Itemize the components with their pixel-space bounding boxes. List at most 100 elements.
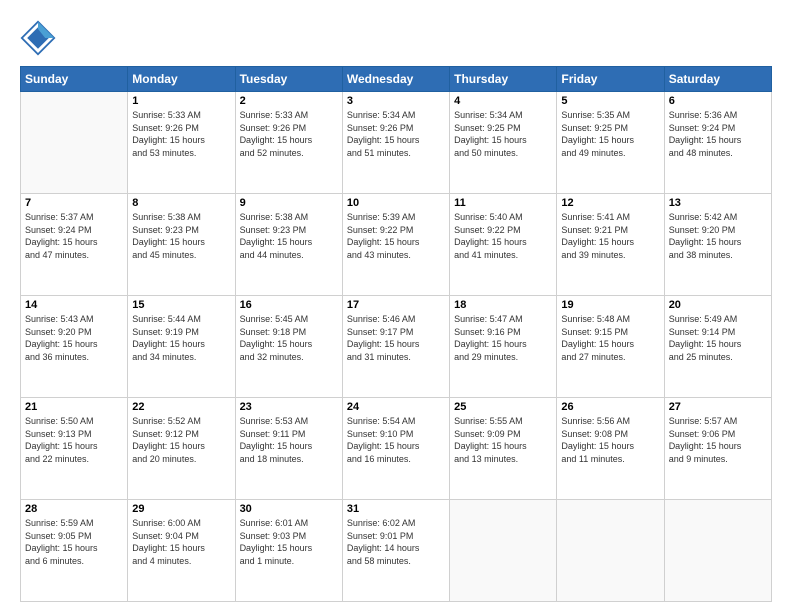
- calendar-cell: 16Sunrise: 5:45 AMSunset: 9:18 PMDayligh…: [235, 296, 342, 398]
- cell-info: Sunrise: 5:59 AMSunset: 9:05 PMDaylight:…: [25, 517, 123, 567]
- cell-info: Sunrise: 5:36 AMSunset: 9:24 PMDaylight:…: [669, 109, 767, 159]
- calendar-cell: 6 Sunrise: 5:36 AMSunset: 9:24 PMDaylight…: [664, 92, 771, 194]
- logo-icon: [20, 20, 56, 56]
- weekday-header: Sunday: [21, 67, 128, 92]
- day-number: 13: [669, 197, 767, 209]
- calendar-cell: 8 Sunrise: 5:38 AMSunset: 9:23 PMDaylight…: [128, 194, 235, 296]
- calendar-cell: 3 Sunrise: 5:34 AMSunset: 9:26 PMDaylight…: [342, 92, 449, 194]
- calendar-cell: [21, 92, 128, 194]
- day-number: 9: [240, 197, 338, 209]
- calendar-cell: [557, 500, 664, 602]
- cell-info: Sunrise: 5:33 AMSunset: 9:26 PMDaylight:…: [132, 109, 230, 159]
- calendar-cell: 14Sunrise: 5:43 AMSunset: 9:20 PMDayligh…: [21, 296, 128, 398]
- day-number: 4: [454, 95, 552, 107]
- day-number: 5: [561, 95, 659, 107]
- cell-info: Sunrise: 5:52 AMSunset: 9:12 PMDaylight:…: [132, 415, 230, 465]
- calendar-cell: 2 Sunrise: 5:33 AMSunset: 9:26 PMDaylight…: [235, 92, 342, 194]
- weekday-header: Monday: [128, 67, 235, 92]
- calendar-cell: 26 Sunrise: 5:56 AMSunset: 9:08 PMDayligh…: [557, 398, 664, 500]
- calendar-cell: 24 Sunrise: 5:54 AMSunset: 9:10 PMDayligh…: [342, 398, 449, 500]
- cell-info: Sunrise: 5:41 AMSunset: 9:21 PMDaylight:…: [561, 211, 659, 261]
- cell-info: Sunrise: 5:44 AMSunset: 9:19 PMDaylight:…: [132, 313, 230, 363]
- calendar-cell: 23 Sunrise: 5:53 AMSunset: 9:11 PMDayligh…: [235, 398, 342, 500]
- day-number: 23: [240, 401, 338, 413]
- calendar-cell: 21 Sunrise: 5:50 AMSunset: 9:13 PMDayligh…: [21, 398, 128, 500]
- day-number: 16: [240, 299, 338, 311]
- calendar-cell: 22 Sunrise: 5:52 AMSunset: 9:12 PMDayligh…: [128, 398, 235, 500]
- day-number: 20: [669, 299, 767, 311]
- day-number: 19: [561, 299, 659, 311]
- logo: [20, 20, 62, 56]
- calendar-week-row: 7 Sunrise: 5:37 AMSunset: 9:24 PMDaylight…: [21, 194, 772, 296]
- calendar-table: SundayMondayTuesdayWednesdayThursdayFrid…: [20, 66, 772, 602]
- day-number: 27: [669, 401, 767, 413]
- cell-info: Sunrise: 5:56 AMSunset: 9:08 PMDaylight:…: [561, 415, 659, 465]
- day-number: 26: [561, 401, 659, 413]
- cell-info: Sunrise: 5:34 AMSunset: 9:26 PMDaylight:…: [347, 109, 445, 159]
- day-number: 2: [240, 95, 338, 107]
- calendar-cell: 10 Sunrise: 5:39 AMSunset: 9:22 PMDayligh…: [342, 194, 449, 296]
- calendar-cell: 17Sunrise: 5:46 AMSunset: 9:17 PMDayligh…: [342, 296, 449, 398]
- day-number: 3: [347, 95, 445, 107]
- cell-info: Sunrise: 5:40 AMSunset: 9:22 PMDaylight:…: [454, 211, 552, 261]
- calendar-cell: 9 Sunrise: 5:38 AMSunset: 9:23 PMDaylight…: [235, 194, 342, 296]
- cell-info: Sunrise: 5:38 AMSunset: 9:23 PMDaylight:…: [132, 211, 230, 261]
- calendar-cell: [450, 500, 557, 602]
- day-number: 31: [347, 503, 445, 515]
- day-number: 7: [25, 197, 123, 209]
- cell-info: Sunrise: 5:42 AMSunset: 9:20 PMDaylight:…: [669, 211, 767, 261]
- calendar-cell: 20 Sunrise: 5:49 AMSunset: 9:14 PMDayligh…: [664, 296, 771, 398]
- day-number: 11: [454, 197, 552, 209]
- calendar-cell: 18 Sunrise: 5:47 AMSunset: 9:16 PMDayligh…: [450, 296, 557, 398]
- calendar-week-row: 21 Sunrise: 5:50 AMSunset: 9:13 PMDayligh…: [21, 398, 772, 500]
- weekday-header: Saturday: [664, 67, 771, 92]
- cell-info: Sunrise: 5:50 AMSunset: 9:13 PMDaylight:…: [25, 415, 123, 465]
- cell-info: Sunrise: 5:49 AMSunset: 9:14 PMDaylight:…: [669, 313, 767, 363]
- calendar-cell: 27 Sunrise: 5:57 AMSunset: 9:06 PMDayligh…: [664, 398, 771, 500]
- day-number: 6: [669, 95, 767, 107]
- cell-info: Sunrise: 5:33 AMSunset: 9:26 PMDaylight:…: [240, 109, 338, 159]
- weekday-header: Tuesday: [235, 67, 342, 92]
- cell-info: Sunrise: 5:47 AMSunset: 9:16 PMDaylight:…: [454, 313, 552, 363]
- calendar-cell: 11 Sunrise: 5:40 AMSunset: 9:22 PMDayligh…: [450, 194, 557, 296]
- calendar-week-row: 1 Sunrise: 5:33 AMSunset: 9:26 PMDaylight…: [21, 92, 772, 194]
- calendar-cell: 30 Sunrise: 6:01 AMSunset: 9:03 PMDayligh…: [235, 500, 342, 602]
- cell-info: Sunrise: 5:34 AMSunset: 9:25 PMDaylight:…: [454, 109, 552, 159]
- calendar-cell: 1 Sunrise: 5:33 AMSunset: 9:26 PMDaylight…: [128, 92, 235, 194]
- day-number: 15: [132, 299, 230, 311]
- weekday-header: Wednesday: [342, 67, 449, 92]
- cell-info: Sunrise: 5:54 AMSunset: 9:10 PMDaylight:…: [347, 415, 445, 465]
- cell-info: Sunrise: 6:01 AMSunset: 9:03 PMDaylight:…: [240, 517, 338, 567]
- cell-info: Sunrise: 6:02 AMSunset: 9:01 PMDaylight:…: [347, 517, 445, 567]
- cell-info: Sunrise: 5:38 AMSunset: 9:23 PMDaylight:…: [240, 211, 338, 261]
- cell-info: Sunrise: 5:35 AMSunset: 9:25 PMDaylight:…: [561, 109, 659, 159]
- day-number: 30: [240, 503, 338, 515]
- day-number: 1: [132, 95, 230, 107]
- calendar-cell: 28Sunrise: 5:59 AMSunset: 9:05 PMDayligh…: [21, 500, 128, 602]
- calendar-cell: 29Sunrise: 6:00 AMSunset: 9:04 PMDayligh…: [128, 500, 235, 602]
- day-number: 10: [347, 197, 445, 209]
- day-number: 8: [132, 197, 230, 209]
- cell-info: Sunrise: 5:55 AMSunset: 9:09 PMDaylight:…: [454, 415, 552, 465]
- day-number: 24: [347, 401, 445, 413]
- day-number: 21: [25, 401, 123, 413]
- cell-info: Sunrise: 5:46 AMSunset: 9:17 PMDaylight:…: [347, 313, 445, 363]
- day-number: 22: [132, 401, 230, 413]
- day-number: 18: [454, 299, 552, 311]
- weekday-header: Friday: [557, 67, 664, 92]
- day-number: 14: [25, 299, 123, 311]
- cell-info: Sunrise: 5:57 AMSunset: 9:06 PMDaylight:…: [669, 415, 767, 465]
- calendar-page: SundayMondayTuesdayWednesdayThursdayFrid…: [0, 0, 792, 612]
- cell-info: Sunrise: 5:37 AMSunset: 9:24 PMDaylight:…: [25, 211, 123, 261]
- calendar-cell: 15 Sunrise: 5:44 AMSunset: 9:19 PMDayligh…: [128, 296, 235, 398]
- cell-info: Sunrise: 5:48 AMSunset: 9:15 PMDaylight:…: [561, 313, 659, 363]
- page-header: [20, 20, 772, 56]
- calendar-cell: 5 Sunrise: 5:35 AMSunset: 9:25 PMDaylight…: [557, 92, 664, 194]
- day-number: 25: [454, 401, 552, 413]
- calendar-cell: 13 Sunrise: 5:42 AMSunset: 9:20 PMDayligh…: [664, 194, 771, 296]
- calendar-cell: 4 Sunrise: 5:34 AMSunset: 9:25 PMDaylight…: [450, 92, 557, 194]
- cell-info: Sunrise: 5:53 AMSunset: 9:11 PMDaylight:…: [240, 415, 338, 465]
- calendar-cell: [664, 500, 771, 602]
- cell-info: Sunrise: 6:00 AMSunset: 9:04 PMDaylight:…: [132, 517, 230, 567]
- cell-info: Sunrise: 5:39 AMSunset: 9:22 PMDaylight:…: [347, 211, 445, 261]
